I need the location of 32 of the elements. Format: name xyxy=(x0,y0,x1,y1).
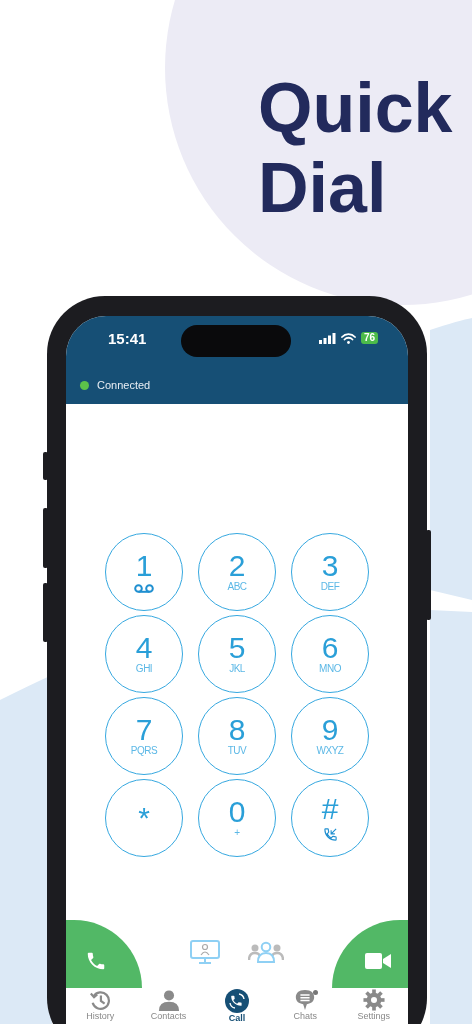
clock-time: 15:41 xyxy=(108,330,147,348)
voicemail-icon xyxy=(134,584,154,593)
group-icon[interactable] xyxy=(248,941,284,963)
call-forward-icon xyxy=(322,827,338,842)
dial-key[interactable]: 8 TUV xyxy=(198,697,276,775)
connection-status: Connected xyxy=(97,379,151,392)
signal-icon xyxy=(318,332,336,344)
monitor-icon[interactable] xyxy=(190,940,220,964)
tab-bar-item[interactable]: Settings xyxy=(342,988,405,1024)
headline-text: Dial xyxy=(258,148,387,228)
dial-key[interactable]: 9 WXYZ xyxy=(291,697,369,775)
dial-key[interactable]: 6 MNO xyxy=(291,615,369,693)
dial-key[interactable]: 0 + xyxy=(198,779,276,857)
dial-key[interactable]: # xyxy=(291,779,369,857)
dial-key[interactable]: 5 JKL xyxy=(198,615,276,693)
tab-bar-item[interactable]: Call xyxy=(205,988,268,1024)
person-icon xyxy=(156,989,181,1011)
dial-key[interactable]: 4 GHI xyxy=(105,615,183,693)
headline-text: Quick xyxy=(258,68,453,148)
wifi-icon xyxy=(340,332,356,344)
tab-bar-item[interactable]: Chats xyxy=(274,988,337,1024)
dial-key[interactable]: 1 xyxy=(105,533,183,611)
tab-bar-item[interactable]: Contacts xyxy=(137,988,200,1024)
phone-icon xyxy=(85,950,107,972)
history-icon xyxy=(88,989,113,1011)
dial-key[interactable]: * xyxy=(105,779,183,857)
dial-key[interactable]: 3 DEF xyxy=(291,533,369,611)
dial-key[interactable]: 2 ABC xyxy=(198,533,276,611)
tab-bar-item[interactable]: History xyxy=(69,988,132,1024)
battery-level: 76 xyxy=(360,332,378,344)
video-camera-icon xyxy=(365,952,391,970)
dial-key[interactable]: 7 PQRS xyxy=(105,697,183,775)
